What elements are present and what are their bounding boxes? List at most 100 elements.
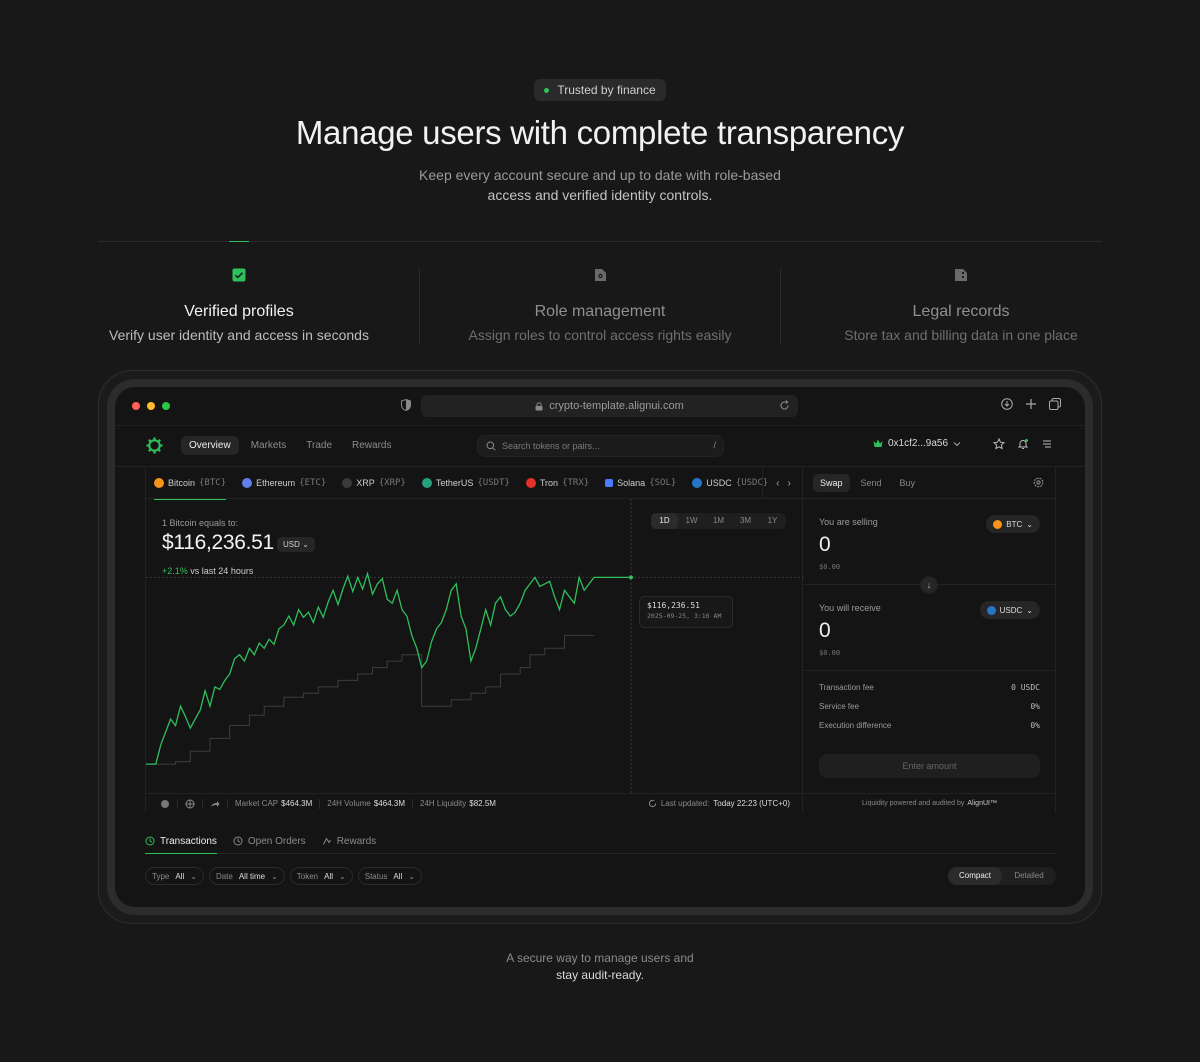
globe-icon[interactable] bbox=[185, 799, 195, 809]
badge-label: Trusted by finance bbox=[557, 83, 656, 97]
lock-icon bbox=[535, 401, 543, 410]
price-caption: 1 Bitcoin equals to: bbox=[162, 518, 239, 528]
tab-label: Open Orders bbox=[247, 835, 306, 847]
navbar-actions bbox=[993, 438, 1053, 450]
tab-transactions[interactable]: Transactions bbox=[145, 830, 217, 854]
sell-amount-input[interactable]: 0 bbox=[819, 533, 831, 557]
sell-token-select[interactable]: BTC ⌄ bbox=[986, 515, 1040, 533]
clock-icon bbox=[233, 836, 243, 846]
tab-markets[interactable]: Markets bbox=[243, 436, 295, 455]
receive-token: USDC bbox=[999, 605, 1023, 615]
filter-token[interactable]: Token All ⌄ bbox=[289, 867, 353, 885]
search-icon bbox=[486, 441, 496, 451]
volume-label: 24H Volume bbox=[327, 799, 371, 808]
logo-icon[interactable] bbox=[145, 436, 164, 455]
coin-tab-tether[interactable]: TetherUS {USDT} bbox=[414, 467, 518, 499]
tab-rewards-activity[interactable]: Rewards bbox=[322, 830, 376, 852]
minimize-dot[interactable] bbox=[147, 402, 155, 410]
coin-tab-xrp[interactable]: XRP {XRP} bbox=[334, 467, 414, 499]
filter-type[interactable]: Type All ⌄ bbox=[145, 867, 204, 885]
address-bar[interactable]: crypto-template.alignui.com bbox=[421, 395, 798, 417]
footer-caption: A secure way to manage users and stay au… bbox=[0, 950, 1200, 984]
liquidity-value: $82.5M bbox=[469, 799, 496, 808]
enter-amount-button[interactable]: Enter amount bbox=[819, 754, 1040, 778]
menu-icon[interactable] bbox=[1041, 438, 1053, 450]
new-tab-icon[interactable] bbox=[1025, 398, 1037, 410]
wallet-selector[interactable]: 0x1cf2...9a56 bbox=[873, 438, 961, 449]
reload-icon[interactable] bbox=[779, 400, 790, 411]
coin-tab-tron[interactable]: Tron {TRX} bbox=[518, 467, 597, 499]
check-square-icon bbox=[232, 268, 246, 282]
tabs-overview-icon[interactable] bbox=[1049, 398, 1061, 410]
range-3m[interactable]: 3M bbox=[732, 513, 759, 529]
bell-icon[interactable] bbox=[1017, 438, 1029, 450]
range-1y[interactable]: 1Y bbox=[759, 513, 786, 529]
feature-verified-profiles[interactable]: Verified profiles Verify user identity a… bbox=[59, 268, 419, 344]
pie-chart-icon[interactable] bbox=[160, 799, 170, 809]
url-text: crypto-template.alignui.com bbox=[549, 400, 684, 412]
filter-value: All bbox=[393, 871, 403, 881]
usdc-icon bbox=[986, 605, 996, 615]
chevron-down-icon: ⌄ bbox=[271, 871, 278, 881]
coin-tab-bitcoin[interactable]: Bitcoin {BTC} bbox=[146, 467, 234, 500]
tab-open-orders[interactable]: Open Orders bbox=[233, 830, 306, 852]
shield-icon[interactable] bbox=[401, 399, 411, 411]
range-1m[interactable]: 1M bbox=[705, 513, 732, 529]
filter-label: Token bbox=[296, 871, 319, 881]
tab-rewards[interactable]: Rewards bbox=[344, 436, 399, 455]
chevron-down-icon: ⌄ bbox=[1026, 605, 1033, 615]
feature-role-management[interactable]: Role management Assign roles to control … bbox=[419, 268, 780, 344]
coin-tab-solana[interactable]: Solana {SOL} bbox=[597, 467, 684, 499]
chevron-right-icon[interactable]: › bbox=[788, 478, 791, 489]
tab-trade[interactable]: Trade bbox=[298, 436, 340, 455]
bitcoin-icon bbox=[993, 519, 1003, 529]
coin-name: Solana bbox=[617, 477, 646, 488]
range-1w[interactable]: 1W bbox=[678, 513, 705, 529]
chevron-down-icon: ⌄ bbox=[190, 871, 197, 881]
filter-label: Type bbox=[152, 871, 170, 881]
tab-overview[interactable]: Overview bbox=[181, 436, 239, 455]
fee-row: Transaction fee 0 USDC bbox=[819, 683, 1040, 702]
fee-row: Execution difference 0% bbox=[819, 721, 1040, 740]
coin-name: Ethereum bbox=[256, 477, 296, 488]
browser-actions bbox=[1001, 398, 1061, 410]
tab-swap[interactable]: Swap bbox=[813, 473, 850, 492]
currency-select[interactable]: USD ⌄ bbox=[277, 537, 315, 552]
feature-legal-records[interactable]: Legal records Store tax and billing data… bbox=[780, 268, 1141, 344]
download-icon[interactable] bbox=[1001, 398, 1013, 410]
main-nav-tabs: Overview Markets Trade Rewards bbox=[181, 436, 399, 455]
view-compact[interactable]: Compact bbox=[948, 867, 1002, 885]
filter-status[interactable]: Status All ⌄ bbox=[357, 867, 423, 885]
feature-desc: Store tax and billing data in one place bbox=[844, 327, 1078, 343]
price-change: +2.1% vs last 24 hours bbox=[162, 566, 253, 576]
fee-label: Service fee bbox=[819, 702, 860, 711]
chevron-down-icon: ⌄ bbox=[1026, 519, 1033, 529]
share-icon[interactable] bbox=[210, 799, 220, 809]
time-range-selector: 1D 1W 1M 3M 1Y bbox=[651, 513, 786, 529]
coin-tab-ethereum[interactable]: Ethereum {ETC} bbox=[234, 467, 334, 499]
receive-token-select[interactable]: USDC ⌄ bbox=[979, 601, 1040, 619]
tab-buy[interactable]: Buy bbox=[893, 474, 923, 492]
currency-label: USD bbox=[283, 540, 300, 549]
tab-label: Transactions bbox=[160, 835, 217, 847]
feature-desc: Verify user identity and access in secon… bbox=[109, 327, 369, 343]
chart-series-secondary bbox=[146, 634, 594, 765]
liquidity-label: 24H Liquidity bbox=[420, 799, 467, 808]
search-input[interactable]: Search tokens or pairs... / bbox=[477, 435, 724, 457]
tab-send[interactable]: Send bbox=[854, 474, 889, 492]
maximize-dot[interactable] bbox=[162, 402, 170, 410]
fee-summary: Transaction fee 0 USDC Service fee 0% Exec… bbox=[819, 683, 1040, 740]
tooltip-value: $116,236.51 bbox=[647, 601, 700, 610]
market-panel: Bitcoin {BTC} Ethereum {ETC} XRP {XRP} Teth… bbox=[145, 467, 804, 813]
market-cap-label: Market CAP bbox=[235, 799, 279, 808]
updated-label: Last updated: bbox=[660, 799, 710, 808]
filter-date[interactable]: Date All time ⌄ bbox=[208, 867, 285, 885]
range-1d[interactable]: 1D bbox=[651, 513, 678, 529]
chevron-left-icon[interactable]: ‹ bbox=[776, 478, 779, 489]
refresh-icon[interactable] bbox=[648, 799, 657, 808]
gear-icon[interactable] bbox=[1033, 477, 1044, 488]
view-detailed[interactable]: Detailed bbox=[1002, 867, 1056, 885]
star-icon[interactable] bbox=[993, 438, 1005, 450]
trophy-icon bbox=[322, 837, 331, 845]
close-dot[interactable] bbox=[132, 402, 140, 410]
